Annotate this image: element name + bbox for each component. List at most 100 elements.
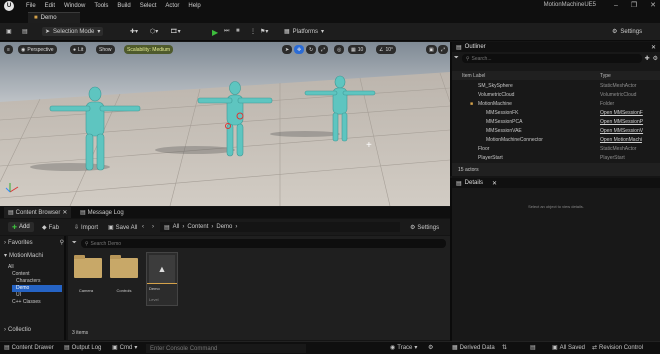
- revision-control-button[interactable]: ⇄ Revision Control: [592, 344, 643, 352]
- perspective-button[interactable]: ◉ Perspective: [18, 45, 57, 54]
- menu-file[interactable]: File: [26, 3, 36, 9]
- close-icon[interactable]: ✕: [492, 180, 497, 187]
- save-icon[interactable]: ▣: [6, 28, 12, 35]
- add-button[interactable]: ✚ Add: [8, 222, 34, 232]
- content-drawer-button[interactable]: ▤ Content Drawer: [4, 344, 54, 352]
- console-input[interactable]: Enter Console Command: [146, 344, 306, 353]
- breadcrumb-item[interactable]: All: [173, 224, 180, 230]
- tree-item[interactable]: C++ Classes: [12, 299, 41, 305]
- import-button[interactable]: ⇩ Import: [74, 224, 98, 232]
- step-icon[interactable]: ⏭: [224, 28, 229, 35]
- play-icon[interactable]: ▶: [212, 28, 218, 37]
- maximize-viewport-icon[interactable]: ⤢: [438, 45, 449, 54]
- outliner-row-type[interactable]: Open MotionMachi: [600, 137, 642, 143]
- tree-item[interactable]: Characters: [16, 278, 40, 284]
- settings-button[interactable]: ⚙ Settings: [612, 28, 642, 36]
- lit-button[interactable]: ● Lit: [70, 45, 87, 54]
- live-coding-icon[interactable]: ⚙: [428, 344, 433, 351]
- menu-actor[interactable]: Actor: [165, 3, 179, 9]
- stop-icon[interactable]: ■: [236, 28, 240, 34]
- trace-button[interactable]: ◉ Trace ▾: [390, 344, 417, 352]
- outliner-row-type[interactable]: Open MMSessionV: [600, 128, 643, 134]
- project-header[interactable]: ▾ MotionMachi: [4, 252, 64, 260]
- outliner-row[interactable]: MMSessionPCA Open MMSessionP: [452, 118, 660, 126]
- outliner-row[interactable]: VolumetricCloud VolumetricCloud: [452, 91, 660, 99]
- save-all-button[interactable]: ▣ Save All: [108, 224, 137, 232]
- folder-icon[interactable]: ▤: [22, 28, 28, 35]
- cb-settings-button[interactable]: ⚙ Settings: [410, 224, 439, 232]
- menu-select[interactable]: Select: [140, 3, 157, 9]
- selection-mode-button[interactable]: ➤ Selection Mode ▾: [42, 27, 104, 36]
- asset-level-tile[interactable]: ▲ Demo Level: [146, 252, 178, 306]
- asset-search-input[interactable]: ⚲ Search Demo: [80, 239, 446, 248]
- fab-button[interactable]: ◆ Fab: [42, 224, 59, 232]
- close-icon[interactable]: ✕: [62, 209, 67, 216]
- menu-window[interactable]: Window: [64, 3, 85, 9]
- search-icon[interactable]: ⚲: [60, 239, 64, 246]
- close-icon[interactable]: ✕: [650, 1, 656, 9]
- cmd-button[interactable]: ▣ Cmd ▾: [112, 344, 137, 352]
- source-control-icon[interactable]: ⇅: [502, 344, 507, 351]
- tab-message-log[interactable]: ▤ Message Log: [76, 207, 128, 218]
- rotate-tool-icon[interactable]: ↻: [306, 45, 317, 54]
- grid-snap-button[interactable]: ▦ 10: [348, 45, 367, 54]
- camera-speed-icon[interactable]: ▣: [426, 45, 437, 54]
- type-column[interactable]: Type: [600, 73, 611, 79]
- folder-icon[interactable]: [74, 255, 102, 278]
- breadcrumb-item[interactable]: Demo: [216, 224, 232, 230]
- maximize-icon[interactable]: ❐: [631, 1, 637, 9]
- tree-item[interactable]: UI: [16, 292, 21, 298]
- menu-edit[interactable]: Edit: [45, 3, 55, 9]
- favorites-header[interactable]: › Favorites ⚲: [4, 239, 64, 247]
- platforms-button[interactable]: ▦ Platforms ▾: [284, 28, 324, 36]
- world-local-icon[interactable]: ◎: [334, 45, 345, 54]
- outliner-row[interactable]: MMSessionFK Open MMSessionF: [452, 109, 660, 117]
- save-status-button[interactable]: ▣ All Saved: [552, 344, 585, 352]
- gear-icon[interactable]: ⚙: [653, 55, 658, 62]
- close-icon[interactable]: ✕: [651, 44, 656, 51]
- menu-tools[interactable]: Tools: [94, 3, 108, 9]
- outliner-row-type[interactable]: Open MMSessionP: [600, 119, 643, 125]
- outliner-row[interactable]: ■ MotionMachine Folder: [452, 100, 660, 108]
- minimize-icon[interactable]: –: [614, 2, 618, 9]
- show-button[interactable]: Show: [96, 45, 115, 54]
- outliner-row[interactable]: MotionMachineConnector Open MotionMachi: [452, 136, 660, 144]
- filter-icon[interactable]: ⏷: [72, 240, 77, 247]
- menu-help[interactable]: Help: [188, 3, 200, 9]
- folder-icon[interactable]: [110, 255, 138, 278]
- tree-item-selected[interactable]: Demo: [12, 285, 62, 292]
- no-changes-icon[interactable]: ▤: [530, 344, 536, 351]
- tab-content-browser[interactable]: ▤ Content Browser ✕: [4, 207, 72, 218]
- launch-icon[interactable]: ⚑▾: [260, 28, 268, 35]
- output-log-button[interactable]: ▤ Output Log: [64, 344, 101, 352]
- outliner-row-type[interactable]: Open MMSessionF: [600, 110, 643, 116]
- item-label-column[interactable]: Item Label: [462, 73, 485, 79]
- scale-tool-icon[interactable]: ⤢: [318, 45, 329, 54]
- breadcrumb-item[interactable]: Content: [187, 224, 208, 230]
- create-icon[interactable]: ✚▾: [130, 28, 138, 35]
- level-tab[interactable]: ■ Demo: [28, 12, 80, 23]
- scalability-badge[interactable]: Scalability: Medium: [124, 45, 174, 54]
- collections-header[interactable]: › Collectio: [4, 327, 64, 333]
- back-icon[interactable]: ‹: [142, 224, 144, 230]
- add-icon[interactable]: ✚: [645, 55, 650, 62]
- outliner-row[interactable]: MMSessionVAE Open MMSessionV: [452, 127, 660, 135]
- blueprint-icon[interactable]: ⬡▾: [150, 28, 158, 35]
- outliner-row[interactable]: Floor StaticMeshActor: [452, 145, 660, 153]
- move-tool-icon[interactable]: ✥: [294, 45, 305, 54]
- play-options-icon[interactable]: ⋮: [250, 28, 256, 35]
- outliner-row[interactable]: SM_SkySphere StaticMeshActor: [452, 82, 660, 90]
- level-viewport[interactable]: +: [0, 42, 450, 206]
- angle-snap-button[interactable]: ∠ 10°: [376, 45, 397, 54]
- cinematics-icon[interactable]: 🎞▾: [170, 28, 181, 35]
- select-tool-icon[interactable]: ➤: [282, 45, 293, 54]
- outliner-row[interactable]: PlayerStart PlayerStart: [452, 154, 660, 162]
- tree-item[interactable]: Content: [12, 271, 30, 277]
- menu-build[interactable]: Build: [117, 3, 130, 9]
- derived-data-button[interactable]: ▦ Derived Data: [452, 344, 495, 352]
- outliner-search-input[interactable]: ⚲ Search...: [461, 54, 642, 63]
- tree-item[interactable]: All: [8, 264, 14, 270]
- viewport-menu-icon[interactable]: ≡: [4, 45, 13, 54]
- forward-icon[interactable]: ›: [152, 224, 154, 230]
- filter-icon[interactable]: ⏷: [454, 55, 459, 62]
